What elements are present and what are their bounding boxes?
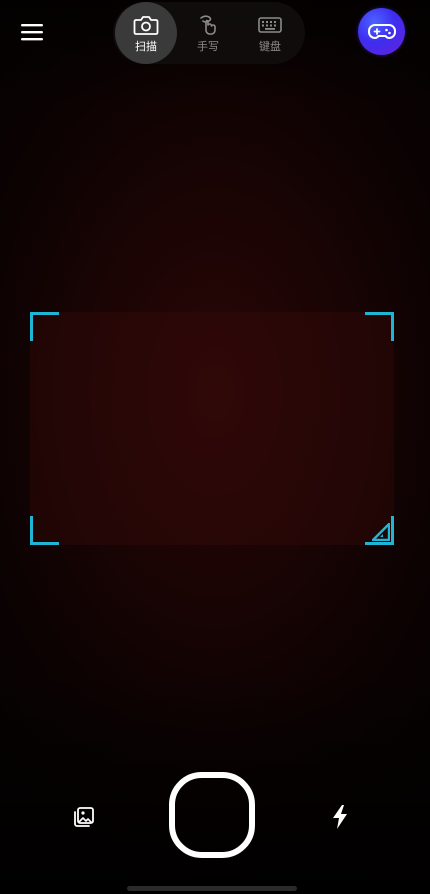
tab-handwrite-label: 手写 — [197, 40, 219, 53]
game-button[interactable] — [358, 8, 405, 55]
flash-button[interactable] — [326, 802, 354, 832]
scan-corner-top-left — [30, 312, 59, 341]
tab-scan[interactable]: 扫描 — [115, 2, 177, 64]
handwriting-icon — [195, 13, 221, 37]
scan-area — [30, 312, 394, 545]
gamepad-icon — [367, 23, 396, 39]
menu-button[interactable] — [16, 18, 48, 46]
home-indicator[interactable] — [127, 886, 297, 891]
camera-scan-screen: 扫描 手写 键盘 — [0, 0, 430, 894]
tab-scan-label: 扫描 — [135, 40, 157, 53]
scan-corner-top-right — [365, 312, 394, 341]
camera-icon — [133, 13, 159, 37]
tab-keyboard[interactable]: 键盘 — [239, 2, 301, 64]
input-mode-switcher: 扫描 手写 键盘 — [113, 2, 305, 64]
shutter-button[interactable] — [169, 772, 255, 858]
keyboard-icon — [257, 13, 283, 37]
gallery-image-icon — [74, 807, 94, 827]
scan-corner-bottom-left — [30, 516, 59, 545]
gallery-button[interactable] — [70, 803, 98, 831]
resize-corner-icon[interactable] — [371, 522, 391, 542]
hamburger-menu-icon — [21, 24, 43, 41]
tab-keyboard-label: 键盘 — [259, 40, 281, 53]
flash-icon — [333, 805, 347, 829]
scan-frame — [30, 312, 394, 545]
tab-handwrite[interactable]: 手写 — [177, 2, 239, 64]
